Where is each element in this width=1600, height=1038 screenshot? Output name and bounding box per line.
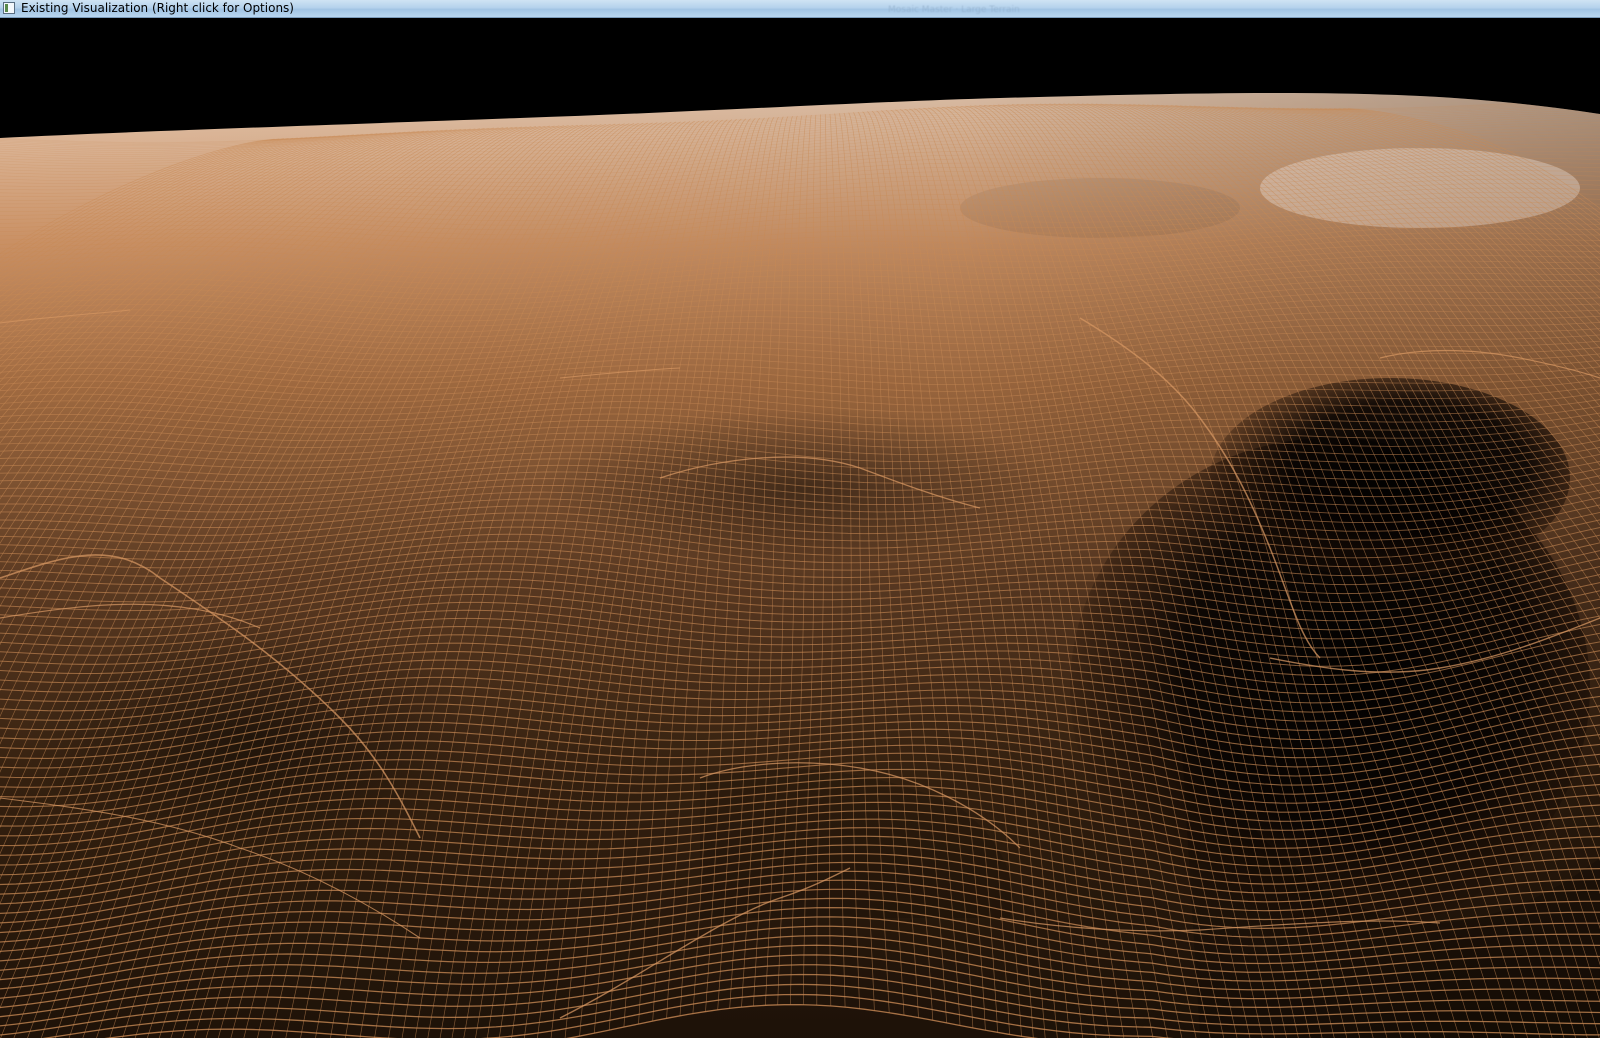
terrain-wireframe-render[interactable] bbox=[0, 18, 1600, 1038]
title-bar[interactable]: Existing Visualization (Right click for … bbox=[0, 0, 1600, 18]
faint-window-title: Mosaic Master · Large Terrain bbox=[888, 5, 1020, 15]
window-title: Existing Visualization (Right click for … bbox=[21, 1, 294, 15]
visualization-window: Existing Visualization (Right click for … bbox=[0, 0, 1600, 1038]
3d-viewport[interactable] bbox=[0, 18, 1600, 1038]
app-window-icon[interactable] bbox=[3, 2, 15, 14]
